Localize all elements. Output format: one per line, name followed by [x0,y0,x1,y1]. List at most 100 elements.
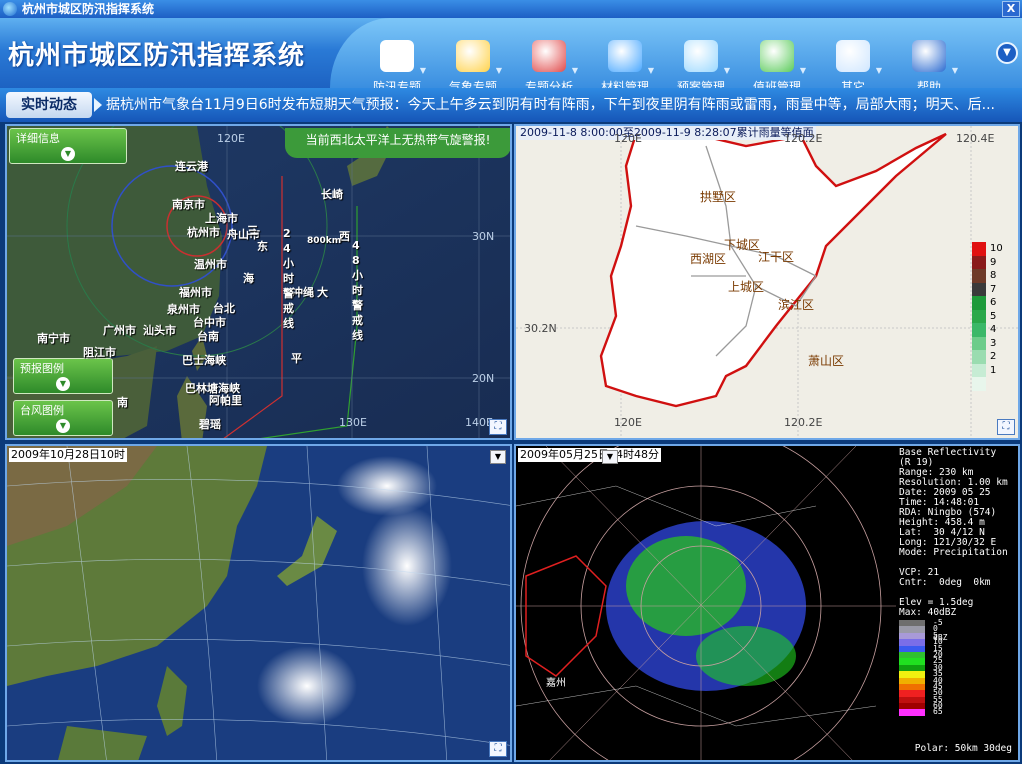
legend-value: 10 [990,243,1003,254]
chevron-down-icon: ▼ [875,66,882,75]
legend-value: 3 [990,337,997,349]
place-label: 连云港 [175,160,208,173]
maximize-icon[interactable]: ⛶ [489,741,507,757]
legend-value: 7 [990,283,997,295]
legend-swatch [972,350,986,364]
maximize-icon[interactable]: ⛶ [489,419,507,435]
legend-value: 1 [990,364,997,376]
radar-polar: Polar: 50km 30deg [914,743,1012,754]
typhoon-map-panel[interactable]: 当前西北太平洋上无热带气旋警报! 详细信息 ▼ 预报图例 ▼ 台风图例 ▼ 连云… [5,124,512,440]
legend-item: 5 [972,309,1012,323]
typhoon-legend-label: 台风图例 [20,404,64,417]
satellite-dropdown-icon[interactable]: ▼ [490,450,506,464]
radar-dropdown-icon[interactable]: ▼ [602,450,618,464]
place-label: 长崎 [321,188,343,201]
place-label: 阿帕里 [209,394,242,407]
typhoon-alert: 当前西北太平洋上无热带气旋警报! [285,128,510,158]
expand-icon: ▼ [56,377,70,391]
district-label[interactable]: 下城区 [724,236,760,253]
cloud-band [362,506,452,626]
help-icon [912,40,946,72]
legend-item: 10 [972,242,1012,256]
district-label[interactable]: 上城区 [728,278,764,295]
chevron-down-icon: ▼ [951,66,958,75]
legend-swatch [972,269,986,283]
ticker-message[interactable]: 据杭州市气象台11月9日6时发布短期天气预报：今天上午多云到阴有时有阵雨，下午到… [106,88,1018,122]
satellite-panel[interactable]: 2009年10月28日10时 ▼ ⛶ [5,444,512,762]
flood-control-icon [380,40,414,72]
legend-item: 1 [972,363,1012,377]
district-label[interactable]: 西湖区 [690,250,726,267]
radar-timestamp: 2009年05月25日14时48分 [518,448,661,462]
satellite-image [7,446,510,760]
warning-line-label: 24小时警戒线 [283,227,294,330]
satellite-timestamp: 2009年10月28日10时 [9,448,127,462]
legend-swatch [899,709,925,716]
lon-label: 120.2E [784,416,823,429]
window-title: 杭州市城区防汛指挥系统 [22,2,155,16]
place-label: 南宁市 [37,332,70,345]
chevron-down-icon: ▼ [799,66,806,75]
legend-value: 65 [933,707,943,717]
deg-label: 20N [472,372,495,385]
legend-swatch [972,282,986,296]
district-label[interactable]: 拱墅区 [700,188,736,205]
legend-item: 9 [972,255,1012,269]
place-label: 海 [243,272,254,285]
legend-value: 2 [990,351,997,362]
detail-info-label: 详细信息 [16,132,60,145]
legend-swatch [972,242,986,256]
legend-swatch [972,363,986,377]
radar-echo [696,626,796,686]
ticker-tag: 实时动态 [6,92,92,118]
place-label: 杭州市 [187,226,220,239]
window-titlebar: 杭州市城区防汛指挥系统 X [0,0,1022,18]
legend-item: 3 [972,336,1012,350]
district-label[interactable]: 江干区 [758,248,794,265]
legend-item: 8 [972,269,1012,283]
forecast-legend-button[interactable]: 预报图例 ▼ [13,358,113,394]
place-label: 三 [247,224,258,237]
close-button[interactable]: X [1002,1,1020,17]
duty-icon [760,40,794,72]
typhoon-legend-button[interactable]: 台风图例 ▼ [13,400,113,436]
lat-label: 30.2N [524,322,557,335]
typhoon-cloud [257,646,357,726]
legend-item [972,377,1012,391]
expand-icon: ▼ [61,147,75,161]
place-label: 东 [257,240,268,253]
deg-label: 30N [472,230,495,243]
distance-label: 800km [307,236,342,246]
district-label[interactable]: 萧山区 [808,352,844,369]
place-label: 冲绳 [292,286,314,299]
plan-icon [684,40,718,72]
place-label: 福州市 [179,286,212,299]
legend-value: 6 [990,297,997,308]
place-label: 汕头市 [143,324,176,337]
place-label: 阻江市 [83,346,116,359]
chevron-down-icon: ▼ [723,66,730,75]
district-label[interactable]: 滨江区 [778,296,814,313]
radar-panel[interactable]: 2009年05月25日14时48分 嘉州 Base Reflectivity (… [514,444,1020,762]
news-ticker: 实时动态 据杭州市气象台11月9日6时发布短期天气预报：今天上午多云到阴有时有阵… [0,88,1022,122]
place-label: 温州市 [194,258,227,271]
lon-label: 120.4E [956,132,995,145]
rainfall-map[interactable] [516,126,1020,440]
analysis-icon [532,40,566,72]
system-name: 杭州市城区防汛指挥系统 [8,41,306,71]
radar-echo [626,536,746,636]
app-icon [3,2,17,16]
app-header: 杭州市城区防汛指挥系统 防汛专题 ▼ 气象专题 ▼ 专题分析 ▼ 材料管理 ▼ 预案管理 ▼ 值班管… [0,18,1022,94]
deg-label: 130E [339,416,367,429]
legend-swatch [972,296,986,310]
monitor-icon [836,40,870,72]
legend-item: 6 [972,296,1012,310]
maximize-icon[interactable]: ⛶ [997,419,1015,435]
legend-item: 4 [972,323,1012,337]
forecast-legend-label: 预报图例 [20,362,64,375]
expand-icon: ▼ [56,419,70,433]
rainfall-panel[interactable]: 2009-11-8 8:00:00至2009-11-9 8:28:07累计雨量等… [514,124,1020,440]
detail-info-button[interactable]: 详细信息 ▼ [9,128,127,164]
collapse-header-button[interactable]: ▼ [996,42,1018,64]
chevron-down-icon: ▼ [571,66,578,75]
